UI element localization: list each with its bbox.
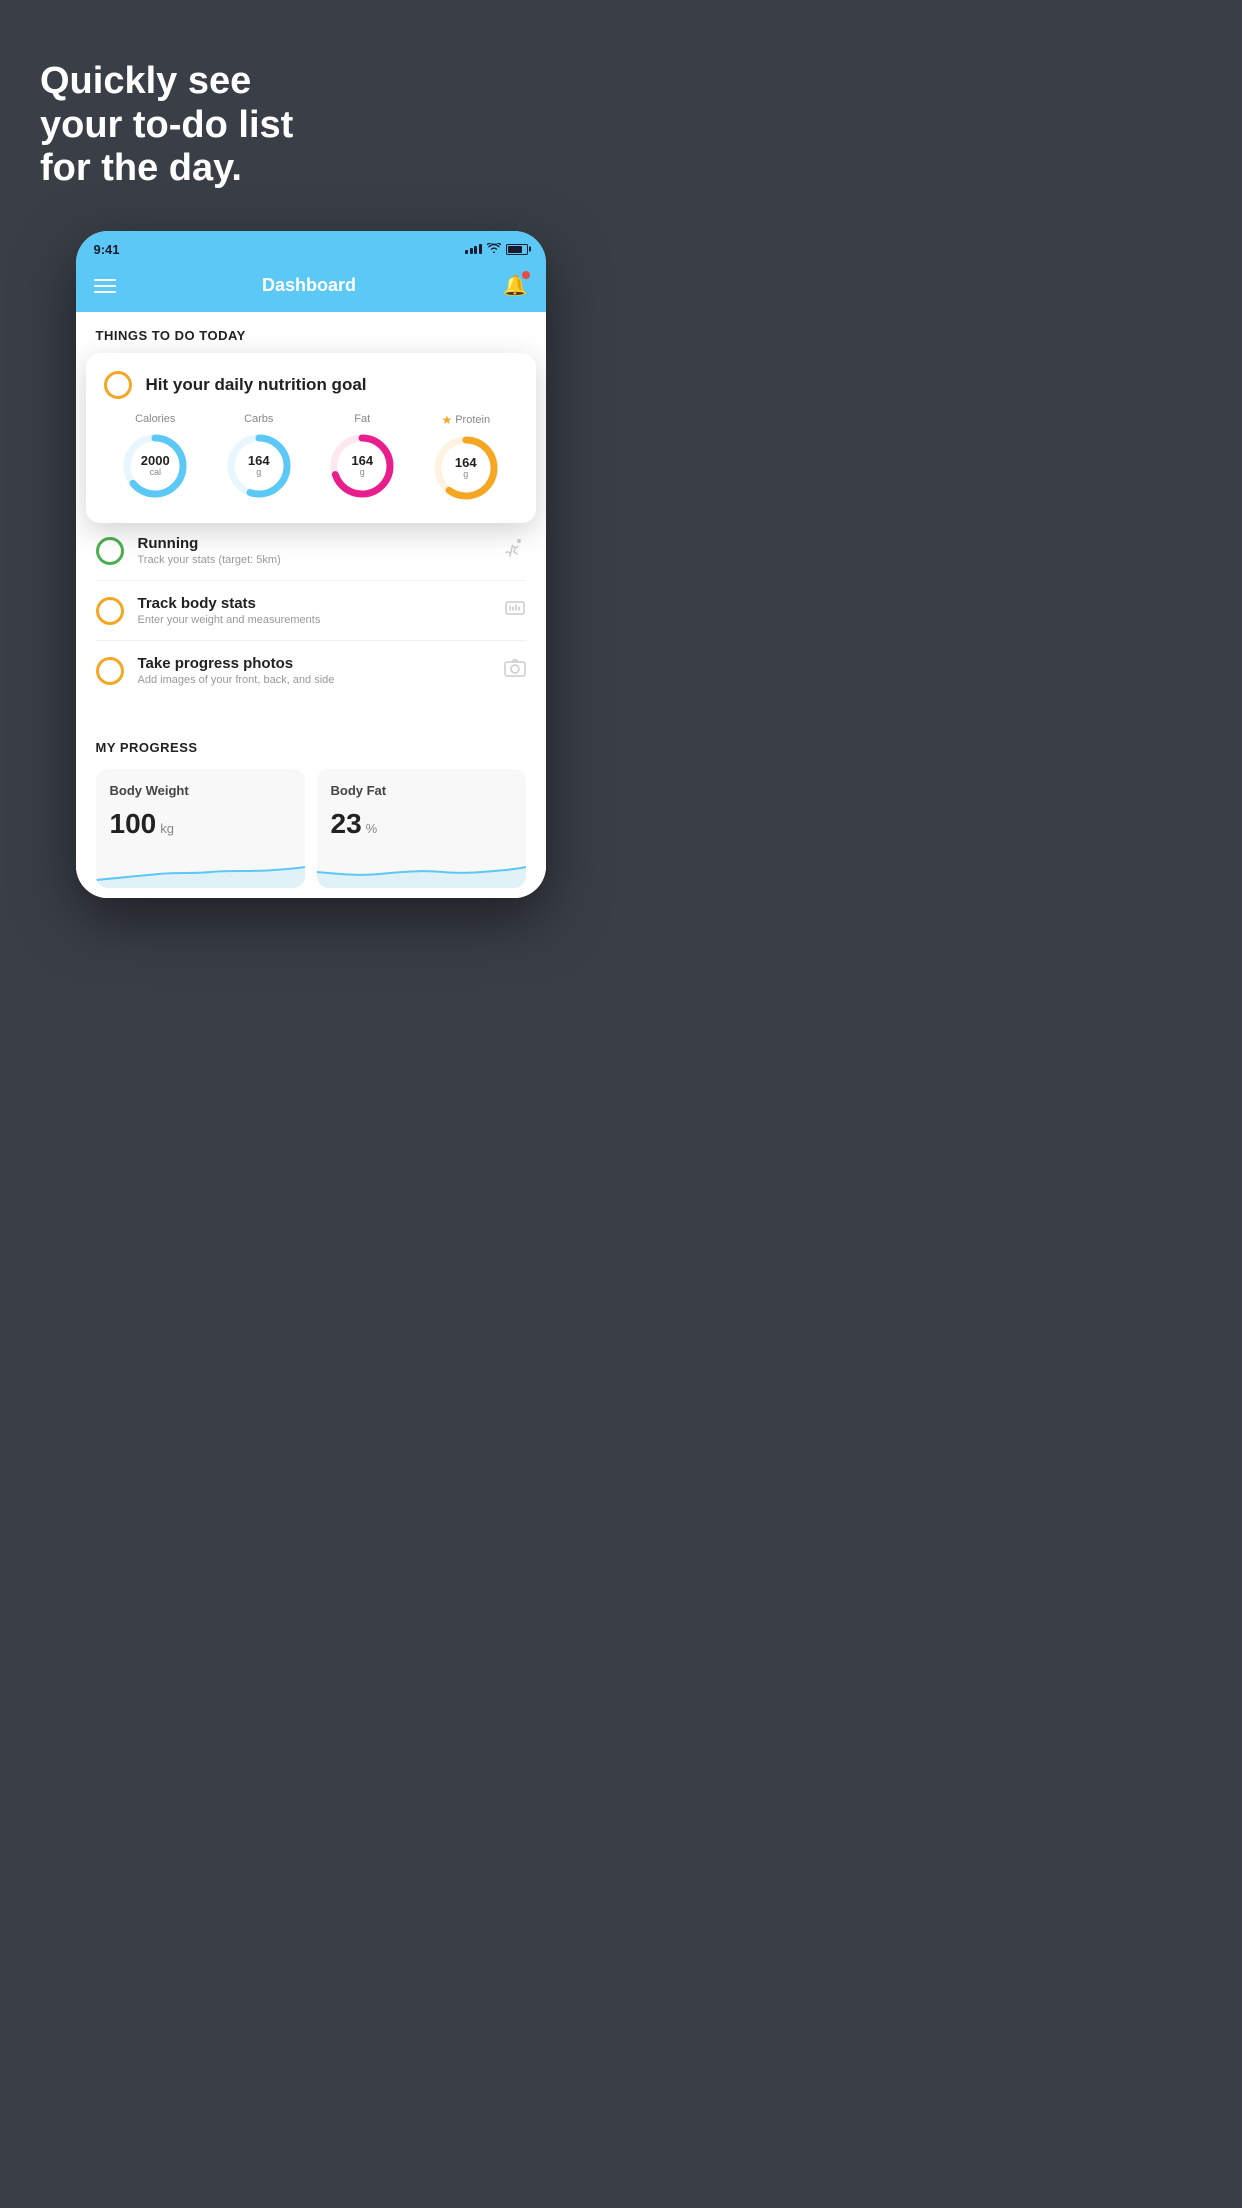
body-weight-number: 100 [110,808,157,840]
running-title: Running [138,535,281,552]
carbs-label: Carbs [244,413,273,425]
progress-cards: Body Weight 100 kg [96,769,526,888]
hero-title: Quickly seeyour to-do listfor the day. [0,0,621,191]
nutrition-card-title: Hit your daily nutrition goal [146,375,367,395]
calories-donut: 2000 cal [120,431,190,501]
protein-star-icon: ★ [441,413,452,427]
hamburger-menu-icon[interactable] [94,279,116,293]
carbs-unit: g [248,468,270,478]
body-fat-card[interactable]: Body Fat 23 % [317,769,526,888]
body-fat-unit: % [366,821,378,836]
protein-donut: 164 g [431,433,501,503]
nutrition-card-header: Hit your daily nutrition goal [104,371,518,399]
app-header: Dashboard 🔔 [76,263,546,312]
calories-value: 2000 [141,454,170,468]
photos-icon [504,659,526,682]
body-fat-value-row: 23 % [331,808,512,840]
wifi-icon [487,243,501,256]
nutrition-card: Hit your daily nutrition goal Calories [86,353,536,523]
body-stats-subtitle: Enter your weight and measurements [138,614,321,626]
nutrition-row: Calories 2000 cal [104,413,518,503]
body-fat-chart [317,852,526,888]
carbs-value: 164 [248,454,270,468]
status-icons [465,243,528,256]
fat-col: Fat 164 g [327,413,397,501]
signal-bars-icon [465,244,482,254]
todo-item-photos[interactable]: Take progress photos Add images of your … [96,641,526,700]
notification-dot [522,271,530,279]
body-weight-chart [96,852,305,888]
calories-unit: cal [141,468,170,478]
running-icon [504,539,526,562]
photos-checkbox[interactable] [96,657,124,685]
photos-subtitle: Add images of your front, back, and side [138,674,335,686]
body-weight-value-row: 100 kg [110,808,291,840]
body-stats-icon [504,599,526,622]
protein-label: ★ Protein [441,413,490,427]
phone-content: THINGS TO DO TODAY Hit your daily nutrit… [76,312,546,898]
battery-icon [506,244,528,255]
protein-value: 164 [455,456,477,470]
things-to-do-heading: THINGS TO DO TODAY [76,312,546,353]
status-bar: 9:41 [76,231,546,263]
todo-item-running[interactable]: Running Track your stats (target: 5km) [96,521,526,581]
body-stats-title: Track body stats [138,595,321,612]
header-title: Dashboard [262,275,356,296]
protein-col: ★ Protein 164 g [431,413,501,503]
body-stats-checkbox[interactable] [96,597,124,625]
carbs-donut: 164 g [224,431,294,501]
photos-title: Take progress photos [138,655,335,672]
body-weight-card-title: Body Weight [110,783,291,798]
todo-list: Running Track your stats (target: 5km) [76,521,546,700]
body-weight-unit: kg [160,821,174,836]
phone-frame: 9:41 [76,231,546,898]
calories-label: Calories [135,413,175,425]
status-time: 9:41 [94,242,120,257]
running-checkbox[interactable] [96,537,124,565]
fat-donut: 164 g [327,431,397,501]
body-fat-number: 23 [331,808,362,840]
fat-value: 164 [351,454,373,468]
notification-button[interactable]: 🔔 [503,273,528,298]
todo-item-body-stats[interactable]: Track body stats Enter your weight and m… [96,581,526,641]
body-weight-card[interactable]: Body Weight 100 kg [96,769,305,888]
progress-section: MY PROGRESS Body Weight 100 kg [76,720,546,898]
running-subtitle: Track your stats (target: 5km) [138,554,281,566]
fat-label: Fat [354,413,370,425]
fat-unit: g [351,468,373,478]
calories-col: Calories 2000 cal [120,413,190,501]
protein-unit: g [455,470,477,480]
page-wrapper: Quickly seeyour to-do listfor the day. 9… [0,0,621,1104]
body-fat-card-title: Body Fat [331,783,512,798]
progress-heading: MY PROGRESS [96,740,526,755]
nutrition-checkbox[interactable] [104,371,132,399]
carbs-col: Carbs 164 g [224,413,294,501]
